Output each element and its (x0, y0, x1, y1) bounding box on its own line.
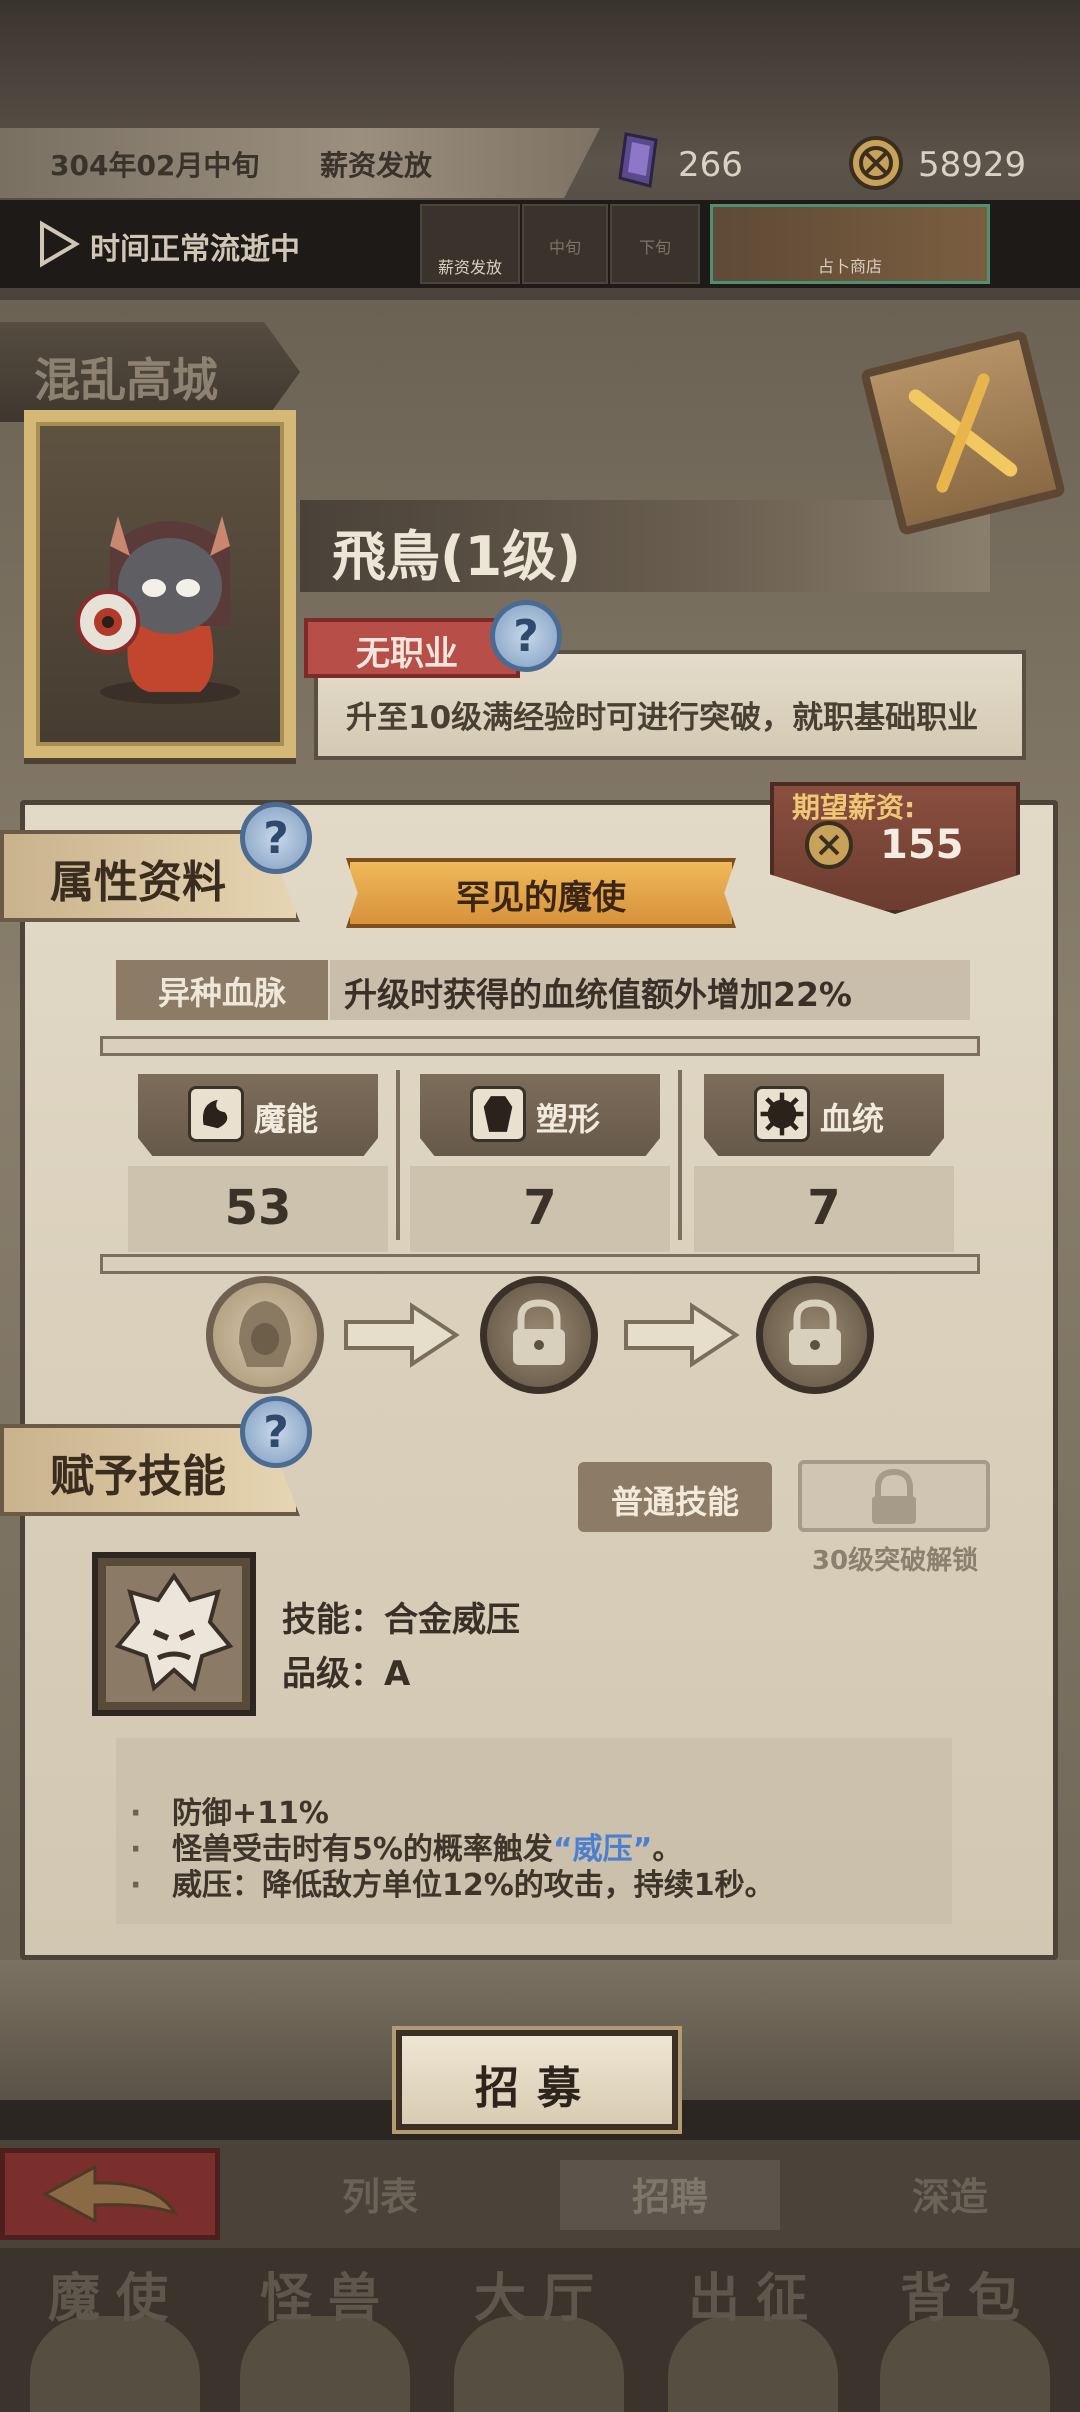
job-hint: 升至10级满经验时可进行突破，就职基础职业 (346, 700, 979, 736)
divination-shop-button[interactable]: 占卜商店 (710, 204, 990, 284)
magic-icon (188, 1086, 244, 1142)
attribute-help-icon[interactable]: ? (240, 802, 312, 874)
stat-rail-bottom (100, 1254, 980, 1274)
nav-monster[interactable]: 怪兽 (228, 2256, 428, 2331)
calendar-slot-1[interactable]: 薪资发放 (420, 204, 520, 284)
stat-header-body: 塑形 (420, 1074, 660, 1156)
job-help-icon[interactable]: ? (490, 600, 562, 672)
gold-coin-icon (804, 820, 854, 870)
stat-value-magic: 53 (224, 1180, 292, 1236)
nav-expedition[interactable]: 出征 (656, 2256, 856, 2331)
character-name: 飛鳥(1级) (332, 525, 581, 588)
close-icon (908, 373, 1018, 493)
slot-label: 薪资发放 (437, 258, 502, 277)
slot-label: 下旬 (638, 238, 671, 257)
shop-label: 占卜商店 (817, 257, 882, 276)
rarity-label: 罕见的魔使 (456, 878, 626, 918)
gold-coin-icon (848, 135, 904, 191)
bloodline-description: 升级时获得的血统值额外增加22% (344, 975, 852, 1014)
play-icon[interactable] (36, 220, 80, 268)
body-icon (470, 1086, 526, 1142)
stat-header-bloodline: 血统 (704, 1074, 944, 1156)
skill-grade: 品级：A (282, 1654, 411, 1694)
event-label: 薪资发放 (320, 149, 433, 182)
evolution-node-locked[interactable] (756, 1276, 874, 1394)
lock-icon (872, 1468, 916, 1524)
desc-text: 威压：降低敌方单位12%的攻击，持续1秒。 (172, 1868, 775, 1903)
nav-mage[interactable]: 魔使 (16, 2256, 216, 2331)
attribute-section-title: 属性资料 (50, 857, 226, 908)
stat-divider (396, 1070, 400, 1240)
spiked-mask-icon (114, 1572, 234, 1692)
tab-recruit[interactable]: 招聘 (570, 2166, 770, 2221)
stat-label: 魔能 (254, 1100, 319, 1138)
game-date: 304年02月中旬 (50, 149, 260, 182)
stat-label: 塑形 (536, 1100, 601, 1138)
monster-portrait-icon (76, 516, 240, 704)
evolution-node-current[interactable] (206, 1276, 324, 1394)
crystal-count: 266 (678, 145, 743, 185)
stat-header-magic: 魔能 (138, 1074, 378, 1156)
stat-value-bloodline: 7 (807, 1180, 841, 1236)
lock-icon (513, 1299, 565, 1365)
character-portrait (24, 410, 296, 758)
time-status: 时间正常流逝中 (90, 232, 300, 267)
crystal-icon (612, 130, 666, 190)
locked-skill-hint: 30级突破解锁 (811, 1546, 979, 1576)
stat-divider (678, 1070, 682, 1240)
tab-list[interactable]: 列表 (280, 2166, 480, 2221)
salary-value: 155 (880, 822, 964, 868)
skill-desc-line: · 威压：降低敌方单位12%的攻击，持续1秒。 (130, 1860, 775, 1904)
bloodline-tag-label: 异种血脉 (157, 974, 286, 1012)
bloodline-icon (754, 1086, 810, 1142)
calendar-slot-2[interactable]: 中旬 (522, 204, 608, 284)
hooded-figure-icon (239, 1301, 291, 1367)
normal-skill-tab-label: 普通技能 (610, 1483, 739, 1521)
skill-icon-frame[interactable] (92, 1552, 256, 1716)
skill-section-title: 赋予技能 (50, 1451, 226, 1502)
calendar-slot-3[interactable]: 下旬 (610, 204, 700, 284)
location-name: 混乱高城 (34, 353, 218, 407)
skill-help-icon[interactable]: ? (240, 1396, 312, 1468)
recruit-button-label: 招募 (475, 2063, 599, 2114)
arrow-right-icon (342, 1300, 462, 1370)
tab-advanced-study[interactable]: 深造 (850, 2166, 1050, 2221)
evolution-node-locked[interactable] (480, 1276, 598, 1394)
nav-backpack[interactable]: 背包 (868, 2256, 1068, 2331)
nav-hall[interactable]: 大厅 (442, 2256, 642, 2331)
locked-skill-tab[interactable] (798, 1460, 990, 1532)
gold-count: 58929 (918, 145, 1027, 185)
stat-rail-top (100, 1036, 980, 1056)
lock-icon (789, 1299, 841, 1365)
bullet: · (130, 1868, 142, 1903)
slot-label: 中旬 (548, 238, 581, 257)
back-arrow-icon (41, 2164, 179, 2224)
skill-name: 技能：合金威压 (282, 1600, 520, 1640)
arrow-right-icon (622, 1300, 742, 1370)
back-button[interactable] (0, 2148, 220, 2240)
job-label: 无职业 (356, 634, 458, 674)
stat-label: 血统 (820, 1100, 885, 1138)
stat-value-body: 7 (523, 1180, 557, 1236)
